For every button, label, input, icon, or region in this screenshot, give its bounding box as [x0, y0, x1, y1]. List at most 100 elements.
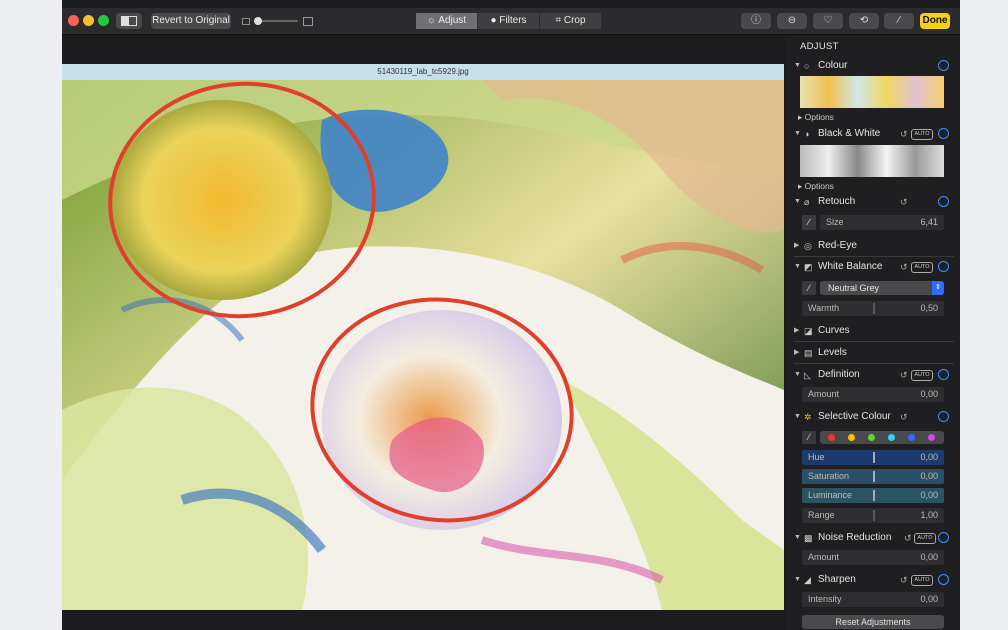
black-white-preview-strip[interactable] [800, 145, 944, 177]
definition-amount-slider[interactable]: Amount 0,00 [802, 387, 944, 402]
black-white-toggle[interactable] [938, 128, 949, 139]
tab-filters[interactable]: ● Filters [478, 13, 540, 29]
range-slider[interactable]: Range 1,00 [802, 508, 944, 523]
section-selective-colour[interactable]: ▼ ✲ Selective Colour ↺ [794, 410, 954, 424]
undo-icon[interactable]: ↺ [900, 410, 908, 424]
warmth-slider[interactable]: Warmth 0,50 [802, 301, 944, 316]
auto-button[interactable]: AUTO [911, 129, 933, 140]
crop-icon: ⌗ [555, 15, 564, 26]
retouch-toggle[interactable] [938, 196, 949, 207]
heart-icon: ♡ [823, 15, 833, 26]
filters-icon: ● [490, 15, 500, 26]
colour-preview-strip[interactable] [800, 76, 944, 108]
undo-icon[interactable]: ↺ [900, 127, 908, 141]
auto-button[interactable]: AUTO [911, 575, 933, 586]
hue-slider[interactable]: Hue 0,00 [802, 450, 944, 465]
close-window-button[interactable] [68, 15, 79, 26]
section-black-white[interactable]: ▼ ◑ Black & White ↺ AUTO [794, 127, 954, 141]
chevron-down-icon: ▼ [794, 576, 801, 583]
photo-canvas: 51430119_lab_tc5929.jpg [62, 35, 786, 630]
definition-toggle[interactable] [938, 369, 949, 380]
white-balance-preset-select[interactable]: Neutral Grey ⇕ [820, 281, 944, 295]
auto-button[interactable]: AUTO [911, 262, 933, 273]
revert-to-original-button[interactable]: Revert to Original [151, 13, 231, 29]
section-levels[interactable]: ▶ ▤ Levels [794, 346, 954, 360]
favorite-button[interactable]: ♡ [813, 13, 843, 29]
swatch-cyan[interactable] [888, 434, 895, 441]
luminance-slider[interactable]: Luminance 0,00 [802, 488, 944, 503]
info-button[interactable]: ⓘ [741, 13, 771, 29]
tab-adjust[interactable]: ☼ Adjust [416, 13, 478, 29]
minimize-window-button[interactable] [83, 15, 94, 26]
divider [794, 256, 954, 257]
sharpen-icon: ◢ [804, 575, 811, 585]
undo-icon[interactable]: ↺ [900, 195, 908, 209]
swatch-red[interactable] [828, 434, 835, 441]
undo-icon[interactable]: ↺ [900, 573, 908, 587]
colour-options-toggle[interactable]: ▸ Options [798, 112, 834, 123]
share-icon: ⟲ [859, 15, 869, 26]
info-icon: ⓘ [751, 15, 761, 26]
sharpen-intensity-slider[interactable]: Intensity 0,00 [802, 592, 944, 607]
desktop-left-margin [0, 0, 62, 630]
white-balance-toggle[interactable] [938, 261, 949, 272]
curves-icon: ◪ [804, 326, 813, 336]
selective-colour-eyedropper-button[interactable]: ⁄ [802, 431, 816, 444]
colour-icon: ○ [804, 61, 810, 71]
noise-amount-slider[interactable]: Amount 0,00 [802, 550, 944, 565]
white-balance-eyedropper-button[interactable]: ⁄ [802, 281, 816, 295]
section-noise-reduction[interactable]: ▼ ▩ Noise Reduction ↺ AUTO [794, 531, 954, 545]
section-definition[interactable]: ▼ ◺ Definition ↺ AUTO [794, 368, 954, 382]
retouch-brush-button[interactable]: ⁄ [802, 215, 816, 230]
zoom-window-button[interactable] [98, 15, 109, 26]
chevron-right-icon: ▶ [794, 349, 800, 356]
auto-button[interactable]: AUTO [911, 370, 933, 381]
split-view-icon [121, 16, 137, 26]
undo-icon[interactable]: ↺ [900, 368, 908, 382]
adjust-sidebar: ADJUST ▼ ○ Colour ▸ Options ▼ ◑ Black & … [786, 35, 960, 630]
edited-photo[interactable] [62, 80, 784, 610]
section-white-balance[interactable]: ▼ ◩ White Balance ↺ AUTO [794, 260, 954, 274]
adjust-heading: ADJUST [800, 41, 839, 52]
saturation-slider[interactable]: Saturation 0,00 [802, 469, 944, 484]
done-button[interactable]: Done [920, 13, 950, 29]
zoom-slider[interactable] [242, 15, 313, 27]
rotate-button[interactable]: ⟲ [849, 13, 879, 29]
section-curves[interactable]: ▶ ◪ Curves [794, 324, 954, 338]
noise-reduction-toggle[interactable] [938, 532, 949, 543]
swatch-yellow[interactable] [848, 434, 855, 441]
small-image-icon [242, 18, 250, 25]
tab-crop[interactable]: ⌗ Crop [540, 13, 602, 29]
section-colour[interactable]: ▼ ○ Colour [794, 59, 954, 73]
colour-toggle[interactable] [938, 60, 949, 71]
select-stepper-icon: ⇕ [932, 281, 944, 295]
black-white-options-toggle[interactable]: ▸ Options [798, 181, 834, 192]
noise-icon: ▩ [804, 533, 813, 543]
chevron-right-icon: ▶ [794, 327, 800, 334]
section-red-eye[interactable]: ▶ ◎ Red-Eye [794, 239, 954, 253]
reset-adjustments-button[interactable]: Reset Adjustments [802, 615, 944, 629]
retouch-size-slider[interactable]: Size 6,41 [820, 215, 944, 230]
slider-center-mark [873, 510, 875, 521]
enhance-button[interactable]: ⁄ [884, 13, 914, 29]
section-sharpen[interactable]: ▼ ◢ Sharpen ↺ AUTO [794, 573, 954, 587]
white-balance-icon: ◩ [804, 262, 813, 272]
compare-button[interactable] [116, 13, 142, 29]
more-button[interactable]: ⊖ [777, 13, 807, 29]
eyedropper-icon: ⁄ [808, 283, 810, 293]
chevron-down-icon: ▼ [794, 263, 801, 270]
undo-icon[interactable]: ↺ [904, 531, 912, 545]
auto-button[interactable]: AUTO [914, 533, 936, 544]
selective-colour-toggle[interactable] [938, 411, 949, 422]
swatch-green[interactable] [868, 434, 875, 441]
eye-icon: ◎ [804, 241, 812, 251]
bandage-icon: ⌀ [804, 197, 810, 207]
undo-icon[interactable]: ↺ [900, 260, 908, 274]
slider-center-mark [873, 452, 875, 463]
swatch-magenta[interactable] [928, 434, 935, 441]
swatch-blue[interactable] [908, 434, 915, 441]
chevron-down-icon: ▼ [794, 62, 801, 69]
section-retouch[interactable]: ▼ ⌀ Retouch ↺ [794, 195, 954, 209]
zoom-slider-knob[interactable] [254, 17, 262, 25]
sharpen-toggle[interactable] [938, 574, 949, 585]
